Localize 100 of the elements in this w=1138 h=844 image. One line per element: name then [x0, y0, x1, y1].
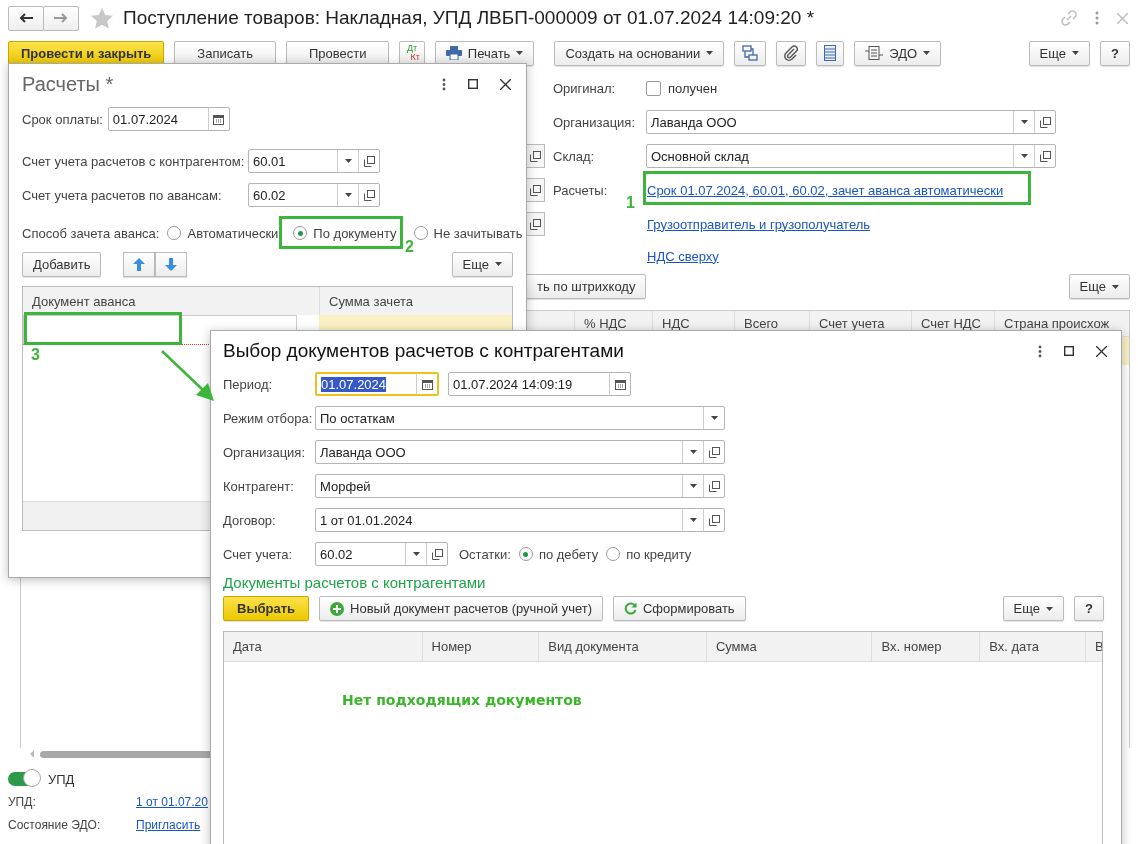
- refresh-icon: [624, 602, 637, 615]
- attach-button[interactable]: [776, 40, 807, 66]
- help-button[interactable]: ?: [1100, 40, 1130, 66]
- copy-icon: [529, 150, 541, 162]
- close-icon[interactable]: [500, 78, 511, 90]
- up-arrow-icon: [133, 257, 146, 271]
- field-label: Период:: [223, 376, 274, 392]
- field-label: Договор:: [223, 512, 277, 528]
- radio-button[interactable]: [518, 547, 533, 561]
- input-field[interactable]: Лаванда ООО: [315, 440, 725, 464]
- field-label: Срок оплаты:: [22, 111, 103, 127]
- list-icon: [824, 45, 837, 61]
- caret-icon: [689, 518, 697, 522]
- edo-button[interactable]: ЭДО: [854, 40, 942, 66]
- add-button[interactable]: Добавить: [22, 251, 102, 277]
- calendar-icon: [614, 378, 626, 390]
- radio-label: По документу: [313, 225, 397, 241]
- document-link[interactable]: 1 от 01.07.20: [135, 795, 208, 809]
- field-label: Склад:: [552, 148, 596, 164]
- select-field[interactable]: По остаткам: [315, 406, 725, 430]
- field-label: Расчеты:: [552, 182, 609, 198]
- caret-icon: [706, 51, 714, 55]
- refresh-button[interactable]: Сформировать: [613, 596, 746, 621]
- list-button[interactable]: [816, 40, 845, 66]
- column-header[interactable]: Дата: [224, 632, 422, 661]
- select-button[interactable]: Выбрать: [223, 596, 310, 621]
- plus-circle-icon: [330, 601, 345, 616]
- radio-button[interactable]: [413, 226, 428, 240]
- back-button[interactable]: [8, 5, 44, 31]
- caret-icon: [412, 552, 420, 556]
- new-document-button[interactable]: Новый документ расчетов (ручной учет): [319, 596, 603, 621]
- caret-icon: [923, 51, 931, 55]
- caret-icon: [689, 484, 697, 488]
- close-icon[interactable]: [1096, 345, 1107, 357]
- step-number: 1: [626, 194, 635, 212]
- radio-button[interactable]: [606, 547, 621, 561]
- move-down-button[interactable]: [155, 251, 188, 277]
- caret-icon: [516, 51, 524, 55]
- input-field[interactable]: 1 от 01.01.2024: [315, 508, 725, 532]
- document-link[interactable]: Пригласить: [135, 818, 201, 832]
- maximize-icon[interactable]: [468, 79, 478, 89]
- column-header[interactable]: Вид документа: [538, 632, 706, 661]
- radio-label: Автоматически: [187, 225, 279, 241]
- copy-icon: [708, 446, 720, 458]
- field-label: Оригинал:: [552, 80, 617, 96]
- structure-button[interactable]: [734, 40, 767, 66]
- date-field[interactable]: 01.07.2024: [107, 107, 230, 131]
- checkbox[interactable]: [646, 80, 661, 96]
- column-header[interactable]: Вх. дата: [979, 632, 1085, 661]
- field-label: Организация:: [223, 444, 307, 460]
- input-field[interactable]: Основной склад: [646, 144, 1056, 168]
- copy-icon: [529, 184, 541, 196]
- calendar-icon: [213, 113, 225, 125]
- caret-icon: [689, 450, 697, 454]
- field-label: Состояние ЭДО:: [8, 818, 102, 832]
- input-field[interactable]: 60.02: [315, 542, 448, 566]
- copy-icon: [363, 189, 375, 201]
- print-button[interactable]: Печать: [434, 40, 535, 66]
- caret-icon: [1020, 154, 1028, 158]
- more-button[interactable]: Еще: [1028, 40, 1091, 66]
- pointer-arrow: [161, 350, 214, 401]
- create-based-on-button[interactable]: Создать на основании: [554, 40, 725, 66]
- entries-button[interactable]: Дт Кт: [399, 40, 425, 66]
- input-field[interactable]: 60.01: [248, 149, 380, 173]
- more-icon[interactable]: [442, 77, 446, 91]
- input-field[interactable]: 60.02: [248, 183, 380, 207]
- copy-icon: [431, 548, 443, 560]
- more-button[interactable]: Еще: [1002, 596, 1065, 621]
- more-button[interactable]: Еще: [1068, 274, 1130, 299]
- more-button[interactable]: Еще: [451, 251, 513, 277]
- input-field[interactable]: Морфей: [315, 474, 725, 498]
- radio-button[interactable]: [167, 226, 182, 240]
- column-header[interactable]: Сумма: [705, 632, 872, 661]
- field-label: Остатки:: [459, 546, 511, 562]
- help-button[interactable]: ?: [1074, 596, 1104, 621]
- date-field[interactable]: 01.07.2024: [315, 372, 439, 396]
- maximize-icon[interactable]: [1064, 346, 1074, 356]
- copy-icon: [708, 514, 720, 526]
- column-header[interactable]: Документ аванса: [23, 287, 319, 315]
- radio-button[interactable]: [293, 226, 308, 240]
- field-label: Счет учета:: [223, 546, 294, 562]
- column-header[interactable]: Номер: [421, 632, 539, 661]
- copy-icon: [1039, 150, 1051, 162]
- move-up-button[interactable]: [123, 251, 156, 277]
- date-field[interactable]: 01.07.2024 14:09:19: [448, 372, 631, 396]
- form-link[interactable]: Грузоотправитель и грузополучатель: [646, 216, 871, 232]
- caret-icon: [495, 262, 502, 266]
- post-and-close-button[interactable]: Провести и закрыть: [8, 40, 165, 66]
- payment-terms-link[interactable]: Срок 01.07.2024, 60.01, 60.02, зачет аванса автоматически: [646, 182, 1004, 198]
- caret-icon: [344, 159, 352, 163]
- input-field[interactable]: Лаванда ООО: [646, 110, 1056, 134]
- toggle-switch[interactable]: [8, 772, 40, 786]
- toolbar-button[interactable]: Записать: [174, 40, 276, 66]
- more-icon[interactable]: [1038, 344, 1042, 358]
- column-header[interactable]: Вх. номер: [871, 632, 980, 661]
- form-link[interactable]: НДС сверху: [646, 248, 719, 264]
- radio-label: по дебету: [538, 546, 599, 562]
- dialog-title: Расчеты *: [22, 72, 114, 96]
- toolbar-button[interactable]: Провести: [285, 40, 390, 66]
- star-icon[interactable]: [91, 7, 113, 29]
